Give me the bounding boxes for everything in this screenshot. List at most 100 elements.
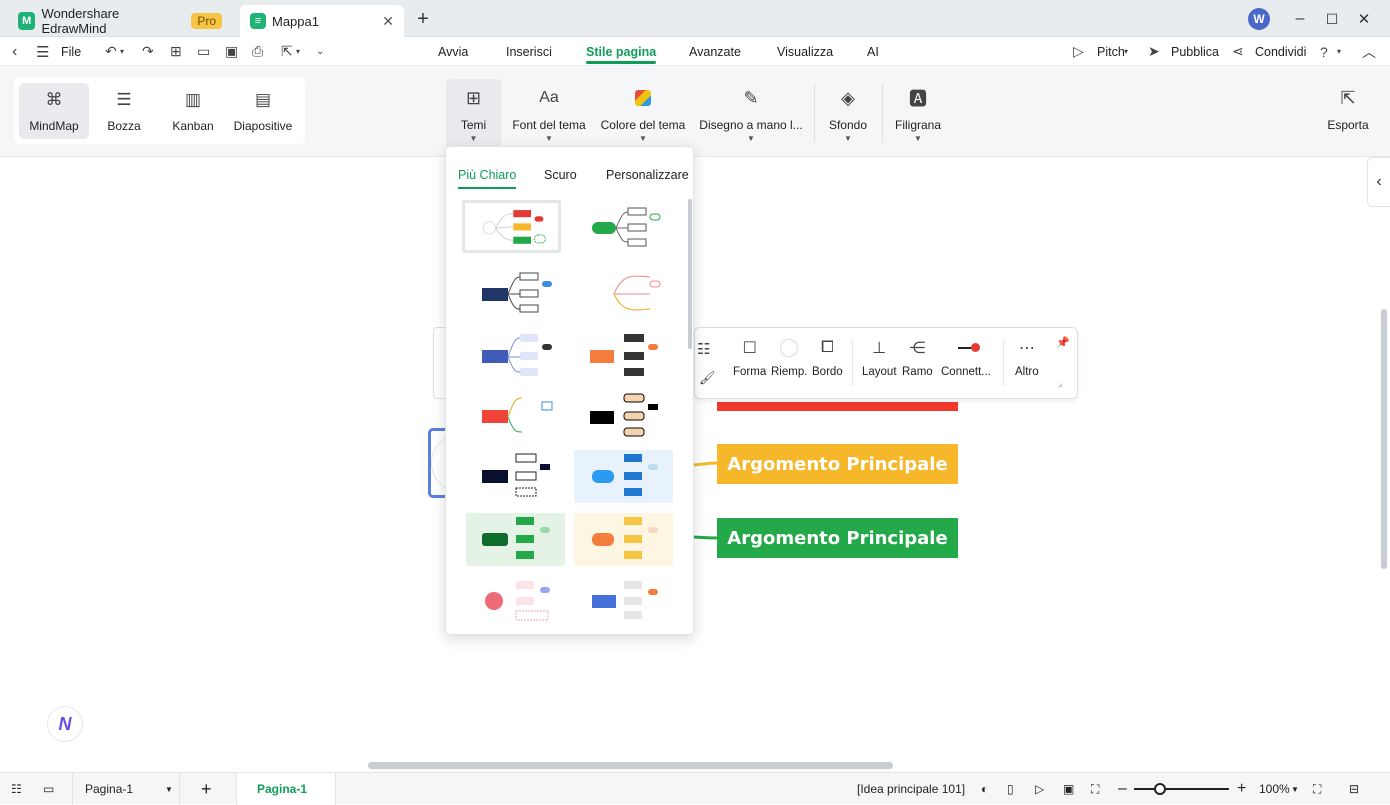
vertical-scrollbar[interactable] [1381,309,1387,569]
ai-assistant-icon[interactable]: N [47,706,83,742]
open-folder-icon[interactable]: ▭ [197,37,210,66]
collapse-ribbon-icon[interactable]: ︿ [1362,37,1376,66]
zoom-slider[interactable] [1134,783,1229,795]
pitch-icon[interactable]: ▷ [1073,37,1084,66]
print-icon[interactable]: ⎙ [252,37,263,66]
watermark-button[interactable]: 🅰 Filigrana ▼ [892,79,944,149]
fullscreen-icon[interactable]: ⛶ [1313,773,1321,805]
view-bozza-button[interactable]: ☰ Bozza [89,83,159,139]
mindmap-canvas[interactable]: Argomento Principale Argomento Principal… [0,157,1390,772]
close-tab-icon[interactable]: ✕ [382,13,394,30]
undo-icon[interactable]: ↶ [105,37,117,66]
theme-color-button[interactable]: Colore del tema ▼ [598,79,688,149]
hamburger-menu-icon[interactable]: ☰ [36,37,49,66]
view-kanban-button[interactable]: ▥ Kanban [158,83,228,139]
pitch-dropdown-icon[interactable]: ▾ [1124,37,1128,66]
background-button[interactable]: ◈ Sfondo ▼ [823,79,873,149]
play-icon[interactable]: ▷ [1035,773,1044,805]
hand-drawn-button[interactable]: ✎ Disegno a mano l... ▼ [696,79,806,149]
menu-avanzate[interactable]: Avanzate [671,37,759,66]
theme-tab-custom[interactable]: Personalizzare [606,168,689,182]
pitch-button[interactable]: Pitch [1097,37,1125,66]
file-menu[interactable]: File [61,37,81,66]
theme-thumbnail[interactable] [574,200,673,253]
horizontal-scrollbar[interactable] [368,762,893,769]
zoom-slider-handle[interactable] [1154,783,1166,795]
back-icon[interactable]: ‹ [12,37,17,66]
theme-thumbnail[interactable] [462,200,561,253]
branch-button[interactable]: ⋲ Ramo [902,336,933,378]
topic-red[interactable] [717,402,958,411]
document-tab[interactable]: ≡ Mappa1 ✕ [240,5,404,37]
publish-icon[interactable]: ➤ [1148,37,1160,66]
theme-thumbnail[interactable] [574,575,673,621]
menu-stile-pagina[interactable]: Stile pagina [568,37,674,66]
more-quick-icon[interactable]: ⌄ [316,37,324,66]
export-icon[interactable]: ⇱ [281,37,293,66]
new-file-icon[interactable]: ⊞ [170,37,182,66]
menu-avvia[interactable]: Avvia [420,37,486,66]
theme-tab-light[interactable]: Più Chiaro [458,168,517,189]
fill-button[interactable]: Riemp. [771,336,807,378]
theme-thumbnail[interactable] [574,330,673,383]
export-dropdown-icon[interactable]: ▾ [296,37,300,66]
help-dropdown-icon[interactable]: ▾ [1337,37,1341,66]
app-tab[interactable]: M Wondershare EdrawMind Pro [8,5,232,37]
share-icon[interactable]: ⋖ [1232,37,1244,66]
add-page-icon[interactable]: + [201,773,212,805]
theme-thumbnail[interactable] [466,267,565,320]
fit-screen-icon[interactable]: ⛶ [1091,773,1099,805]
redo-icon[interactable]: ↷ [142,37,154,66]
page-panel-icon[interactable]: ▭ [43,773,54,805]
zoom-caret-icon[interactable]: ▼ [1291,773,1299,805]
share-button[interactable]: Condividi [1255,37,1306,66]
theme-thumbnail[interactable] [466,575,565,621]
pin-icon[interactable]: 📌 [1056,336,1070,349]
theme-thumbnail[interactable] [466,513,565,566]
shape-button[interactable]: ☐ Forma [733,336,766,378]
view-mindmap-button[interactable]: ⌘ MindMap [19,83,89,139]
theme-thumbnail[interactable] [466,390,565,443]
close-window-icon[interactable]: ✕ [1353,8,1375,30]
view-diapositive-button[interactable]: ▤ Diapositive [228,83,298,139]
task-icon[interactable]: ☷ [697,340,710,358]
format-painter-icon[interactable]: 🖌 [699,370,716,386]
export-button[interactable]: ⇱ Esporta [1323,79,1373,149]
page-selector[interactable]: Pagina-1 ▼ [72,773,180,805]
topic-green[interactable]: Argomento Principale [717,518,958,558]
theme-mode-icon[interactable]: ◐ [981,773,988,805]
save-icon[interactable]: ▣ [225,37,238,66]
theme-thumbnail[interactable] [574,390,673,443]
theme-thumbnail[interactable] [574,513,673,566]
undo-dropdown-icon[interactable]: ▾ [120,37,124,66]
help-icon[interactable]: ? [1320,37,1328,66]
theme-thumbnail[interactable] [574,267,673,320]
theme-thumbnail[interactable] [466,330,565,383]
new-tab-icon[interactable]: + [412,8,434,30]
menu-inserisci[interactable]: Inserisci [488,37,570,66]
fit-page-icon[interactable]: ▣ [1063,773,1074,805]
border-button[interactable]: ⧠ Bordo [812,336,843,378]
layout-button[interactable]: ⊥ Layout [862,336,897,378]
theme-thumbnail[interactable] [466,450,565,503]
theme-list-scrollbar[interactable] [688,199,692,349]
toggle-panel-icon[interactable]: ⊟ [1349,773,1359,805]
outline-panel-icon[interactable]: ☷ [11,773,22,805]
more-button[interactable]: ⋯ Altro [1015,336,1039,378]
side-panel-toggle-icon[interactable]: ‹ [1367,157,1390,207]
expand-corner-icon[interactable]: ⌟ [1058,378,1062,389]
menu-visualizza[interactable]: Visualizza [759,37,851,66]
user-avatar[interactable]: W [1248,8,1270,30]
minimize-icon[interactable]: – [1289,8,1311,30]
theme-button[interactable]: ⊞ Temi ▼ [446,79,501,149]
zoom-in-icon[interactable]: + [1237,773,1246,805]
theme-thumbnail[interactable] [574,450,673,503]
theme-tab-dark[interactable]: Scuro [544,168,577,182]
theme-font-button[interactable]: Aa Font del tema ▼ [508,79,590,149]
connector-button[interactable]: Connett... [941,336,991,378]
menu-ai[interactable]: AI [849,37,897,66]
zoom-level[interactable]: 100% [1259,773,1290,805]
reading-mode-icon[interactable]: ▯ [1007,773,1014,805]
maximize-icon[interactable]: ☐ [1321,8,1343,30]
publish-button[interactable]: Pubblica [1171,37,1219,66]
